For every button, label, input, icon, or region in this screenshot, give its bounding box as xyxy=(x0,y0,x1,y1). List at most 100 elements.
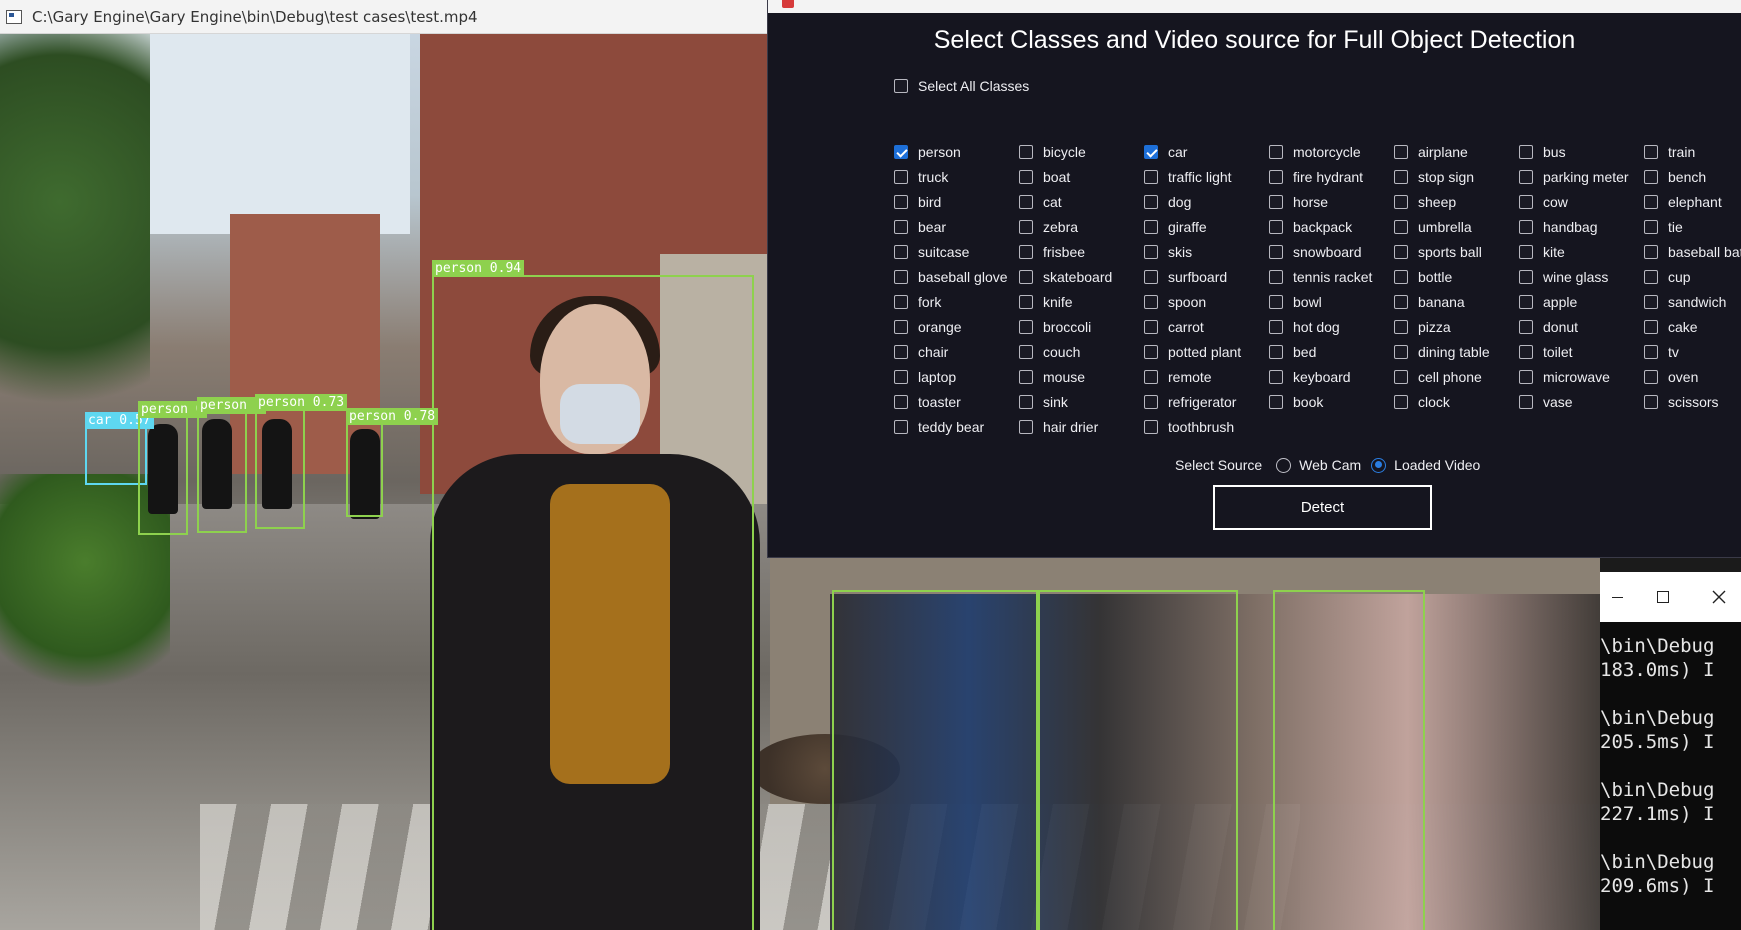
checkbox-box[interactable] xyxy=(1019,194,1033,209)
checkbox-box[interactable] xyxy=(1519,319,1533,334)
class-checkbox-mouse[interactable]: mouse xyxy=(1019,364,1144,389)
checkbox-box[interactable] xyxy=(1394,269,1408,284)
class-checkbox-elephant[interactable]: elephant xyxy=(1644,189,1741,214)
checkbox-box[interactable] xyxy=(1269,394,1283,409)
class-checkbox-broccoli[interactable]: broccoli xyxy=(1019,314,1144,339)
class-checkbox-baseball-glove[interactable]: baseball glove xyxy=(894,264,1019,289)
class-checkbox-motorcycle[interactable]: motorcycle xyxy=(1269,139,1394,164)
checkbox-box[interactable] xyxy=(1019,394,1033,409)
checkbox-box[interactable] xyxy=(894,394,908,409)
class-checkbox-oven[interactable]: oven xyxy=(1644,364,1741,389)
checkbox-box[interactable] xyxy=(1269,169,1283,184)
checkbox-box[interactable] xyxy=(1644,144,1658,159)
checkbox-box[interactable] xyxy=(1519,394,1533,409)
class-checkbox-keyboard[interactable]: keyboard xyxy=(1269,364,1394,389)
class-checkbox-bed[interactable]: bed xyxy=(1269,339,1394,364)
class-checkbox-wine-glass[interactable]: wine glass xyxy=(1519,264,1644,289)
checkbox-box[interactable] xyxy=(1394,144,1408,159)
class-checkbox-skateboard[interactable]: skateboard xyxy=(1019,264,1144,289)
checkbox-box[interactable] xyxy=(1019,144,1033,159)
checkbox-box[interactable] xyxy=(1144,169,1158,184)
class-checkbox-potted-plant[interactable]: potted plant xyxy=(1144,339,1269,364)
checkbox-box[interactable] xyxy=(1269,219,1283,234)
class-checkbox-remote[interactable]: remote xyxy=(1144,364,1269,389)
maximize-button[interactable] xyxy=(1640,572,1686,622)
checkbox-box[interactable] xyxy=(1644,244,1658,259)
class-checkbox-bowl[interactable]: bowl xyxy=(1269,289,1394,314)
checkbox-box[interactable] xyxy=(1269,144,1283,159)
class-checkbox-orange[interactable]: orange xyxy=(894,314,1019,339)
checkbox-box[interactable] xyxy=(1269,294,1283,309)
class-checkbox-umbrella[interactable]: umbrella xyxy=(1394,214,1519,239)
class-checkbox-teddy-bear[interactable]: teddy bear xyxy=(894,414,1019,439)
radio-webcam[interactable]: Web Cam xyxy=(1276,457,1361,473)
checkbox-box[interactable] xyxy=(1269,194,1283,209)
class-checkbox-microwave[interactable]: microwave xyxy=(1519,364,1644,389)
checkbox-box[interactable] xyxy=(1394,244,1408,259)
class-checkbox-airplane[interactable]: airplane xyxy=(1394,139,1519,164)
class-checkbox-book[interactable]: book xyxy=(1269,389,1394,414)
checkbox-box[interactable] xyxy=(1269,269,1283,284)
checkbox-box[interactable] xyxy=(1394,294,1408,309)
class-checkbox-vase[interactable]: vase xyxy=(1519,389,1644,414)
class-checkbox-cake[interactable]: cake xyxy=(1644,314,1741,339)
checkbox-box[interactable] xyxy=(1269,319,1283,334)
checkbox-box[interactable] xyxy=(894,169,908,184)
checkbox-box[interactable] xyxy=(1144,369,1158,384)
class-checkbox-car[interactable]: car xyxy=(1144,139,1269,164)
class-checkbox-bottle[interactable]: bottle xyxy=(1394,264,1519,289)
class-checkbox-apple[interactable]: apple xyxy=(1519,289,1644,314)
class-checkbox-tv[interactable]: tv xyxy=(1644,339,1741,364)
class-checkbox-pizza[interactable]: pizza xyxy=(1394,314,1519,339)
class-checkbox-carrot[interactable]: carrot xyxy=(1144,314,1269,339)
checkbox-box[interactable] xyxy=(894,294,908,309)
checkbox-box[interactable] xyxy=(1019,369,1033,384)
class-checkbox-spoon[interactable]: spoon xyxy=(1144,289,1269,314)
class-checkbox-toilet[interactable]: toilet xyxy=(1519,339,1644,364)
checkbox-box[interactable] xyxy=(1644,169,1658,184)
class-checkbox-bird[interactable]: bird xyxy=(894,189,1019,214)
class-checkbox-sandwich[interactable]: sandwich xyxy=(1644,289,1741,314)
class-checkbox-fork[interactable]: fork xyxy=(894,289,1019,314)
class-checkbox-cup[interactable]: cup xyxy=(1644,264,1741,289)
checkbox-box[interactable] xyxy=(1019,244,1033,259)
class-checkbox-hot-dog[interactable]: hot dog xyxy=(1269,314,1394,339)
checkbox-box[interactable] xyxy=(894,79,908,93)
dialog-titlebar[interactable] xyxy=(768,0,1741,13)
checkbox-box[interactable] xyxy=(894,319,908,334)
checkbox-box[interactable] xyxy=(1144,394,1158,409)
checkbox-box[interactable] xyxy=(1019,269,1033,284)
class-checkbox-refrigerator[interactable]: refrigerator xyxy=(1144,389,1269,414)
checkbox-box[interactable] xyxy=(1394,344,1408,359)
checkbox-box[interactable] xyxy=(1269,369,1283,384)
class-checkbox-toothbrush[interactable]: toothbrush xyxy=(1144,414,1269,439)
checkbox-box[interactable] xyxy=(1644,269,1658,284)
class-checkbox-bus[interactable]: bus xyxy=(1519,139,1644,164)
detect-button[interactable]: Detect xyxy=(1213,485,1432,530)
class-checkbox-sink[interactable]: sink xyxy=(1019,389,1144,414)
checkbox-box[interactable] xyxy=(1144,419,1158,434)
class-checkbox-toaster[interactable]: toaster xyxy=(894,389,1019,414)
class-checkbox-laptop[interactable]: laptop xyxy=(894,364,1019,389)
checkbox-box[interactable] xyxy=(1394,319,1408,334)
class-checkbox-donut[interactable]: donut xyxy=(1519,314,1644,339)
class-checkbox-bicycle[interactable]: bicycle xyxy=(1019,139,1144,164)
checkbox-box[interactable] xyxy=(1144,219,1158,234)
radio-button[interactable] xyxy=(1276,457,1292,473)
checkbox-box[interactable] xyxy=(1019,419,1033,434)
checkbox-box[interactable] xyxy=(1519,369,1533,384)
class-checkbox-bench[interactable]: bench xyxy=(1644,164,1741,189)
checkbox-box[interactable] xyxy=(894,244,908,259)
checkbox-box[interactable] xyxy=(1019,319,1033,334)
checkbox-box[interactable] xyxy=(1644,394,1658,409)
class-checkbox-tie[interactable]: tie xyxy=(1644,214,1741,239)
class-checkbox-fire-hydrant[interactable]: fire hydrant xyxy=(1269,164,1394,189)
class-checkbox-horse[interactable]: horse xyxy=(1269,189,1394,214)
class-checkbox-scissors[interactable]: scissors xyxy=(1644,389,1741,414)
checkbox-box[interactable] xyxy=(1144,319,1158,334)
select-all-checkbox[interactable]: Select All Classes xyxy=(894,78,1029,94)
checkbox-box[interactable] xyxy=(1644,319,1658,334)
class-checkbox-surfboard[interactable]: surfboard xyxy=(1144,264,1269,289)
class-checkbox-cat[interactable]: cat xyxy=(1019,189,1144,214)
class-checkbox-dining-table[interactable]: dining table xyxy=(1394,339,1519,364)
